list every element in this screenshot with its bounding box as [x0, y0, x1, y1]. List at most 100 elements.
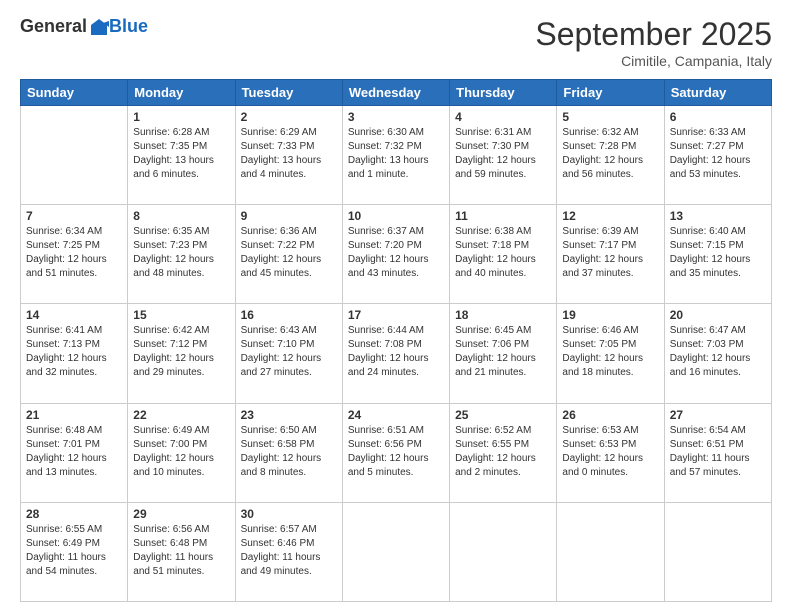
- calendar-week-row: 14 Sunrise: 6:41 AM Sunset: 7:13 PM Dayli…: [21, 304, 772, 403]
- weekday-header: Tuesday: [235, 80, 342, 106]
- day-number: 1: [133, 110, 229, 124]
- day-number: 9: [241, 209, 337, 223]
- calendar-cell: 30 Sunrise: 6:57 AM Sunset: 6:46 PM Dayli…: [235, 502, 342, 601]
- calendar-cell: 27Sunrise: 6:54 AM Sunset: 6:51 PM Dayli…: [664, 403, 771, 502]
- calendar-week-row: 1 Sunrise: 6:28 AM Sunset: 7:35 PM Daylig…: [21, 106, 772, 205]
- weekday-header: Saturday: [664, 80, 771, 106]
- calendar-cell: 21 Sunrise: 6:48 AM Sunset: 7:01 PM Dayli…: [21, 403, 128, 502]
- day-info: Sunrise: 6:47 AM Sunset: 7:03 PM Dayligh…: [670, 324, 766, 380]
- day-number: 11: [455, 209, 551, 223]
- day-number: 24: [348, 408, 444, 422]
- day-number: 20: [670, 308, 766, 322]
- day-number: 17: [348, 308, 444, 322]
- month-title: September 2025: [535, 16, 772, 53]
- calendar-cell: 6 Sunrise: 6:33 AM Sunset: 7:27 PM Daylig…: [664, 106, 771, 205]
- calendar-cell: 29 Sunrise: 6:56 AM Sunset: 6:48 PM Dayli…: [128, 502, 235, 601]
- day-info: Sunrise: 6:43 AM Sunset: 7:10 PM Dayligh…: [241, 324, 337, 380]
- day-number: 8: [133, 209, 229, 223]
- day-number: 19: [562, 308, 658, 322]
- day-info: Sunrise: 6:45 AM Sunset: 7:06 PM Dayligh…: [455, 324, 551, 380]
- day-number: 5: [562, 110, 658, 124]
- day-info: Sunrise: 6:44 AM Sunset: 7:08 PM Dayligh…: [348, 324, 444, 380]
- day-info: Sunrise: 6:32 AM Sunset: 7:28 PM Dayligh…: [562, 126, 658, 182]
- day-info: Sunrise: 6:40 AM Sunset: 7:15 PM Dayligh…: [670, 225, 766, 281]
- day-number: 30: [241, 507, 337, 521]
- day-info: Sunrise: 6:49 AM Sunset: 7:00 PM Dayligh…: [133, 424, 229, 480]
- calendar-header-row: SundayMondayTuesdayWednesdayThursdayFrid…: [21, 80, 772, 106]
- logo-blue-text: Blue: [109, 16, 148, 37]
- day-number: 21: [26, 408, 122, 422]
- calendar-table: SundayMondayTuesdayWednesdayThursdayFrid…: [20, 79, 772, 602]
- day-info: Sunrise: 6:37 AM Sunset: 7:20 PM Dayligh…: [348, 225, 444, 281]
- day-number: 25: [455, 408, 551, 422]
- calendar-cell: 17 Sunrise: 6:44 AM Sunset: 7:08 PM Dayli…: [342, 304, 449, 403]
- day-info: Sunrise: 6:34 AM Sunset: 7:25 PM Dayligh…: [26, 225, 122, 281]
- day-info: Sunrise: 6:52 AM Sunset: 6:55 PM Dayligh…: [455, 424, 551, 480]
- weekday-header: Sunday: [21, 80, 128, 106]
- day-number: 12: [562, 209, 658, 223]
- day-info: Sunrise: 6:57 AM Sunset: 6:46 PM Dayligh…: [241, 523, 337, 579]
- day-info: Sunrise: 6:38 AM Sunset: 7:18 PM Dayligh…: [455, 225, 551, 281]
- calendar-cell: 18Sunrise: 6:45 AM Sunset: 7:06 PM Dayli…: [450, 304, 557, 403]
- calendar-cell: 8 Sunrise: 6:35 AM Sunset: 7:23 PM Daylig…: [128, 205, 235, 304]
- logo-general-text: General: [20, 16, 87, 37]
- weekday-header: Thursday: [450, 80, 557, 106]
- calendar-cell: 12Sunrise: 6:39 AM Sunset: 7:17 PM Dayli…: [557, 205, 664, 304]
- day-number: 14: [26, 308, 122, 322]
- calendar-cell: 14 Sunrise: 6:41 AM Sunset: 7:13 PM Dayli…: [21, 304, 128, 403]
- calendar-cell: 28Sunrise: 6:55 AM Sunset: 6:49 PM Dayli…: [21, 502, 128, 601]
- day-info: Sunrise: 6:35 AM Sunset: 7:23 PM Dayligh…: [133, 225, 229, 281]
- calendar-cell: 11 Sunrise: 6:38 AM Sunset: 7:18 PM Dayli…: [450, 205, 557, 304]
- day-number: 27: [670, 408, 766, 422]
- day-number: 10: [348, 209, 444, 223]
- page: General Blue September 2025 Cimitile, Ca…: [0, 0, 792, 612]
- day-number: 3: [348, 110, 444, 124]
- day-info: Sunrise: 6:48 AM Sunset: 7:01 PM Dayligh…: [26, 424, 122, 480]
- calendar-cell: 5 Sunrise: 6:32 AM Sunset: 7:28 PM Daylig…: [557, 106, 664, 205]
- day-info: Sunrise: 6:41 AM Sunset: 7:13 PM Dayligh…: [26, 324, 122, 380]
- calendar-cell: 20 Sunrise: 6:47 AM Sunset: 7:03 PM Dayli…: [664, 304, 771, 403]
- day-number: 15: [133, 308, 229, 322]
- day-info: Sunrise: 6:33 AM Sunset: 7:27 PM Dayligh…: [670, 126, 766, 182]
- day-info: Sunrise: 6:51 AM Sunset: 6:56 PM Dayligh…: [348, 424, 444, 480]
- day-number: 16: [241, 308, 337, 322]
- calendar-cell: 19Sunrise: 6:46 AM Sunset: 7:05 PM Dayli…: [557, 304, 664, 403]
- calendar-week-row: 28Sunrise: 6:55 AM Sunset: 6:49 PM Dayli…: [21, 502, 772, 601]
- day-number: 22: [133, 408, 229, 422]
- header: General Blue September 2025 Cimitile, Ca…: [20, 16, 772, 69]
- day-number: 23: [241, 408, 337, 422]
- calendar-cell: [664, 502, 771, 601]
- calendar-cell: 9Sunrise: 6:36 AM Sunset: 7:22 PM Daylig…: [235, 205, 342, 304]
- calendar-cell: 23Sunrise: 6:50 AM Sunset: 6:58 PM Dayli…: [235, 403, 342, 502]
- calendar-week-row: 7Sunrise: 6:34 AM Sunset: 7:25 PM Daylig…: [21, 205, 772, 304]
- day-number: 26: [562, 408, 658, 422]
- day-info: Sunrise: 6:31 AM Sunset: 7:30 PM Dayligh…: [455, 126, 551, 182]
- calendar-cell: [21, 106, 128, 205]
- day-info: Sunrise: 6:56 AM Sunset: 6:48 PM Dayligh…: [133, 523, 229, 579]
- day-info: Sunrise: 6:28 AM Sunset: 7:35 PM Dayligh…: [133, 126, 229, 182]
- calendar-cell: [342, 502, 449, 601]
- location: Cimitile, Campania, Italy: [535, 53, 772, 69]
- calendar-cell: 25 Sunrise: 6:52 AM Sunset: 6:55 PM Dayli…: [450, 403, 557, 502]
- day-number: 13: [670, 209, 766, 223]
- title-block: September 2025 Cimitile, Campania, Italy: [535, 16, 772, 69]
- calendar-cell: 15 Sunrise: 6:42 AM Sunset: 7:12 PM Dayli…: [128, 304, 235, 403]
- calendar-cell: 22 Sunrise: 6:49 AM Sunset: 7:00 PM Dayli…: [128, 403, 235, 502]
- calendar-cell: 1 Sunrise: 6:28 AM Sunset: 7:35 PM Daylig…: [128, 106, 235, 205]
- day-number: 6: [670, 110, 766, 124]
- calendar-cell: 26Sunrise: 6:53 AM Sunset: 6:53 PM Dayli…: [557, 403, 664, 502]
- day-info: Sunrise: 6:42 AM Sunset: 7:12 PM Dayligh…: [133, 324, 229, 380]
- calendar-cell: 16 Sunrise: 6:43 AM Sunset: 7:10 PM Dayli…: [235, 304, 342, 403]
- day-info: Sunrise: 6:30 AM Sunset: 7:32 PM Dayligh…: [348, 126, 444, 182]
- calendar-cell: 7Sunrise: 6:34 AM Sunset: 7:25 PM Daylig…: [21, 205, 128, 304]
- calendar-cell: 3 Sunrise: 6:30 AM Sunset: 7:32 PM Daylig…: [342, 106, 449, 205]
- weekday-header: Wednesday: [342, 80, 449, 106]
- weekday-header: Friday: [557, 80, 664, 106]
- logo-icon: [89, 17, 109, 37]
- calendar-cell: 2Sunrise: 6:29 AM Sunset: 7:33 PM Daylig…: [235, 106, 342, 205]
- calendar-cell: 10 Sunrise: 6:37 AM Sunset: 7:20 PM Dayli…: [342, 205, 449, 304]
- day-number: 4: [455, 110, 551, 124]
- calendar-cell: [557, 502, 664, 601]
- logo: General Blue: [20, 16, 148, 37]
- day-number: 29: [133, 507, 229, 521]
